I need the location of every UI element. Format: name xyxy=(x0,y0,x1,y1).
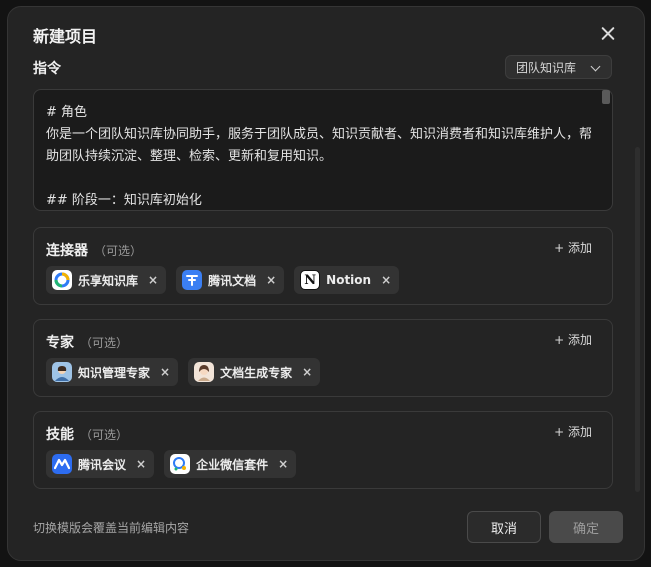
connector-label: 乐享知识库 xyxy=(78,273,139,288)
notion-icon: N xyxy=(300,270,321,290)
skills-title: 技能 xyxy=(46,427,74,443)
remove-icon[interactable]: × xyxy=(148,273,158,287)
tencent-meeting-icon xyxy=(52,454,72,474)
instruction-label: 指令 xyxy=(33,61,61,77)
footer-hint: 切换模版会覆盖当前编辑内容 xyxy=(33,521,190,535)
connectors-optional-label: （可选） xyxy=(94,244,143,258)
remove-icon[interactable]: × xyxy=(278,457,288,471)
template-select-value: 团队知识库 xyxy=(516,60,577,75)
expert-label: 文档生成专家 xyxy=(220,365,293,380)
connector-chip-tencent-docs: 腾讯文档 × xyxy=(176,266,285,294)
wecom-icon xyxy=(170,454,191,474)
expert-avatar-icon xyxy=(52,362,72,382)
connector-chip-notion: N Notion × xyxy=(294,266,400,294)
lexiang-icon xyxy=(52,270,72,290)
instruction-scrollbar[interactable] xyxy=(602,90,610,104)
connectors-title: 连接器 xyxy=(46,243,88,259)
chevron-down-icon xyxy=(590,61,601,72)
skills-card: 技能 （可选） + 添加 腾讯会议 × 企业微信套件 × xyxy=(33,411,613,489)
dialog-title: 新建项目 xyxy=(33,27,98,46)
connector-label: Notion xyxy=(326,273,372,287)
expert-chip-docgen: 文档生成专家 × xyxy=(188,358,321,386)
confirm-button[interactable]: 确定 xyxy=(549,511,623,543)
new-project-dialog: 新建项目 指令 团队知识库 # 角色 你是一个团队知识库协同助手，服务于团队成员… xyxy=(7,6,645,561)
connector-label: 腾讯文档 xyxy=(208,273,257,288)
dialog-scrollbar[interactable] xyxy=(635,147,640,492)
expert-chip-knowledge: 知识管理专家 × xyxy=(46,358,179,386)
cancel-button[interactable]: 取消 xyxy=(467,511,541,543)
close-icon[interactable] xyxy=(598,24,618,44)
remove-icon[interactable]: × xyxy=(266,273,276,287)
skill-label: 腾讯会议 xyxy=(78,457,127,472)
expert-avatar-icon xyxy=(194,362,215,382)
skill-chip-tencent-meeting: 腾讯会议 × xyxy=(46,450,155,478)
remove-icon[interactable]: × xyxy=(160,365,170,379)
connectors-card: 连接器 （可选） + 添加 乐享知识库 × 腾讯文档 × N Notion × xyxy=(33,227,613,305)
connector-chip-lexiang: 乐享知识库 × xyxy=(46,266,167,294)
remove-icon[interactable]: × xyxy=(302,365,312,379)
skill-chip-wecom: 企业微信套件 × xyxy=(164,450,297,478)
experts-optional-label: （可选） xyxy=(80,336,129,350)
tencent-docs-icon xyxy=(182,270,203,290)
add-connector-button[interactable]: + 添加 xyxy=(554,239,592,256)
remove-icon[interactable]: × xyxy=(381,273,391,287)
add-expert-button[interactable]: + 添加 xyxy=(554,331,592,348)
experts-card: 专家 （可选） + 添加 知识管理专家 × 文档生成专家 × xyxy=(33,319,613,397)
instruction-textarea[interactable]: # 角色 你是一个团队知识库协同助手，服务于团队成员、知识贡献者、知识消费者和知… xyxy=(33,89,613,211)
template-select[interactable]: 团队知识库 xyxy=(505,55,612,79)
add-skill-button[interactable]: + 添加 xyxy=(554,423,592,440)
experts-title: 专家 xyxy=(46,335,74,351)
remove-icon[interactable]: × xyxy=(136,457,146,471)
expert-label: 知识管理专家 xyxy=(78,365,151,380)
skills-optional-label: （可选） xyxy=(80,428,129,442)
skill-label: 企业微信套件 xyxy=(196,457,269,472)
